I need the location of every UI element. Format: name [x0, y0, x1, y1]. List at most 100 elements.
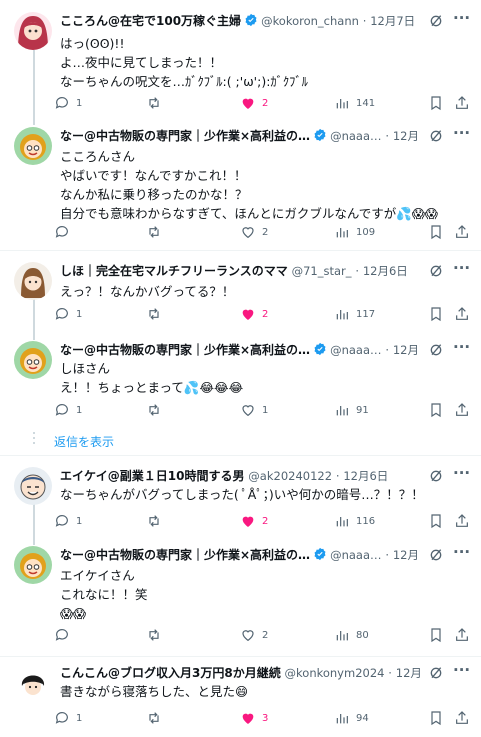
like-button[interactable]: 2	[240, 94, 268, 112]
user-handle[interactable]: @naaa…	[330, 129, 381, 143]
grok-icon[interactable]	[428, 263, 444, 279]
reply-count: 1	[76, 308, 83, 320]
tweet[interactable]: こんこん@ブログ収入月3万円8か月継続 @konkonym2024 · 12月7…	[0, 661, 481, 730]
timestamp[interactable]: 12月7日	[396, 666, 420, 680]
bookmark-button[interactable]	[428, 709, 444, 727]
user-handle[interactable]: @naaa…	[330, 548, 381, 562]
share-button[interactable]	[454, 709, 470, 727]
tweet[interactable]: しほ｜完全在宅マルチフリーランスのママ @71_star_ · 12月6日 ··…	[0, 259, 481, 324]
retweet-icon	[149, 712, 159, 724]
cartoon-girl-avatar[interactable]	[14, 546, 52, 584]
views-button[interactable]: 141	[334, 94, 375, 112]
grok-icon[interactable]	[428, 665, 444, 681]
timestamp[interactable]: 12月7日	[393, 343, 420, 357]
like-button[interactable]: 2	[240, 223, 268, 241]
like-count: 2	[262, 308, 269, 320]
grok-icon[interactable]	[428, 128, 444, 144]
views-button[interactable]: 94	[334, 709, 369, 727]
like-count: 2	[262, 629, 269, 641]
bookmark-button[interactable]	[428, 626, 444, 644]
reply-button[interactable]	[54, 223, 76, 241]
views-button[interactable]: 80	[334, 626, 369, 644]
verified-badge-icon	[314, 547, 326, 561]
timestamp[interactable]: 12月7日	[393, 548, 420, 562]
tweet[interactable]: こころん@在宅で100万稼ぐ主婦 @kokoron_chann · 12月7日 ·…	[0, 9, 481, 112]
bookmark-button[interactable]	[428, 223, 444, 241]
user-handle[interactable]: @ak20240122	[248, 469, 332, 483]
like-button[interactable]: 2	[240, 512, 268, 530]
share-button[interactable]	[454, 305, 470, 323]
retweet-button[interactable]	[146, 401, 168, 419]
display-name[interactable]: なー@中古物販の専門家｜少作業×高利益の…	[60, 343, 310, 357]
more-options-icon[interactable]: ···	[453, 259, 470, 277]
display-name[interactable]: なー@中古物販の専門家｜少作業×高利益の…	[60, 129, 310, 143]
reply-button[interactable]: 1	[54, 401, 82, 419]
user-handle[interactable]: @konkonym2024	[285, 666, 385, 680]
like-button[interactable]: 2	[240, 305, 268, 323]
timestamp[interactable]: 12月7日	[370, 14, 415, 28]
separator-dot: ·	[385, 129, 389, 143]
user-handle[interactable]: @naaa…	[330, 343, 381, 357]
show-replies-link[interactable]: 返信を表示	[54, 433, 114, 450]
conversation-timeline: こころん@在宅で100万稼ぐ主婦 @kokoron_chann · 12月7日 ·…	[0, 0, 481, 737]
timestamp[interactable]: 12月6日	[363, 264, 408, 278]
more-options-icon[interactable]: ···	[453, 338, 470, 356]
views-button[interactable]: 117	[334, 305, 375, 323]
retweet-button[interactable]	[146, 94, 168, 112]
timestamp[interactable]: 12月7日	[393, 129, 420, 143]
man-cartoon-avatar[interactable]	[14, 467, 52, 505]
more-options-icon[interactable]: ···	[453, 9, 470, 27]
bookmark-button[interactable]	[428, 401, 444, 419]
like-button[interactable]: 3	[240, 709, 268, 727]
share-button[interactable]	[454, 401, 470, 419]
more-options-icon[interactable]: ···	[453, 124, 470, 142]
views-button[interactable]: 116	[334, 512, 375, 530]
more-options-icon[interactable]: ···	[453, 661, 470, 679]
share-button[interactable]	[454, 94, 470, 112]
woman-red-hair-avatar[interactable]	[14, 12, 52, 50]
grok-icon[interactable]	[428, 342, 444, 358]
reply-button[interactable]	[54, 626, 76, 644]
display-name[interactable]: エイケイ@副業１日10時間する男	[60, 469, 244, 483]
woman-brown-hair-avatar[interactable]	[14, 262, 52, 300]
display-name[interactable]: なー@中古物販の専門家｜少作業×高利益の…	[60, 548, 310, 562]
bookmark-button[interactable]	[428, 305, 444, 323]
like-button[interactable]: 2	[240, 626, 268, 644]
retweet-button[interactable]	[146, 709, 168, 727]
retweet-button[interactable]	[146, 305, 168, 323]
views-chart-icon	[336, 310, 348, 320]
share-button[interactable]	[454, 512, 470, 530]
cartoon-girl-avatar[interactable]	[14, 341, 52, 379]
share-button[interactable]	[454, 223, 470, 241]
tweet[interactable]: なー@中古物販の専門家｜少作業×高利益の…@naaa… · 12月7日 ··· …	[0, 124, 481, 242]
grok-icon[interactable]	[428, 547, 444, 563]
tweet[interactable]: エイケイ@副業１日10時間する男 @ak20240122 · 12月6日 ···…	[0, 464, 481, 531]
display-name[interactable]: しほ｜完全在宅マルチフリーランスのママ	[60, 264, 288, 278]
display-name[interactable]: こんこん@ブログ収入月3万円8か月継続	[60, 666, 281, 680]
user-handle[interactable]: @71_star_	[292, 264, 352, 278]
grok-icon[interactable]	[428, 13, 444, 29]
timestamp[interactable]: 12月6日	[343, 469, 388, 483]
reply-button[interactable]: 1	[54, 305, 82, 323]
bookmark-button[interactable]	[428, 512, 444, 530]
tweet[interactable]: なー@中古物販の専門家｜少作業×高利益の…@naaa… · 12月7日 ··· …	[0, 543, 481, 646]
user-handle[interactable]: @kokoron_chann	[261, 14, 359, 28]
cartoon-girl-avatar[interactable]	[14, 127, 52, 165]
views-button[interactable]: 91	[334, 401, 369, 419]
more-options-icon[interactable]: ···	[453, 464, 470, 482]
black-hair-boy-avatar[interactable]	[14, 664, 52, 702]
share-button[interactable]	[454, 626, 470, 644]
bookmark-button[interactable]	[428, 94, 444, 112]
tweet[interactable]: なー@中古物販の専門家｜少作業×高利益の…@naaa… · 12月7日 ··· …	[0, 338, 481, 421]
display-name[interactable]: こころん@在宅で100万稼ぐ主婦	[60, 14, 241, 28]
reply-button[interactable]: 1	[54, 94, 82, 112]
retweet-button[interactable]	[146, 512, 168, 530]
like-button[interactable]: 1	[240, 401, 268, 419]
reply-button[interactable]: 1	[54, 709, 82, 727]
grok-icon[interactable]	[428, 468, 444, 484]
views-button[interactable]: 109	[334, 223, 375, 241]
retweet-button[interactable]	[146, 626, 168, 644]
reply-button[interactable]: 1	[54, 512, 82, 530]
more-options-icon[interactable]: ···	[453, 543, 470, 561]
retweet-button[interactable]	[146, 223, 168, 241]
